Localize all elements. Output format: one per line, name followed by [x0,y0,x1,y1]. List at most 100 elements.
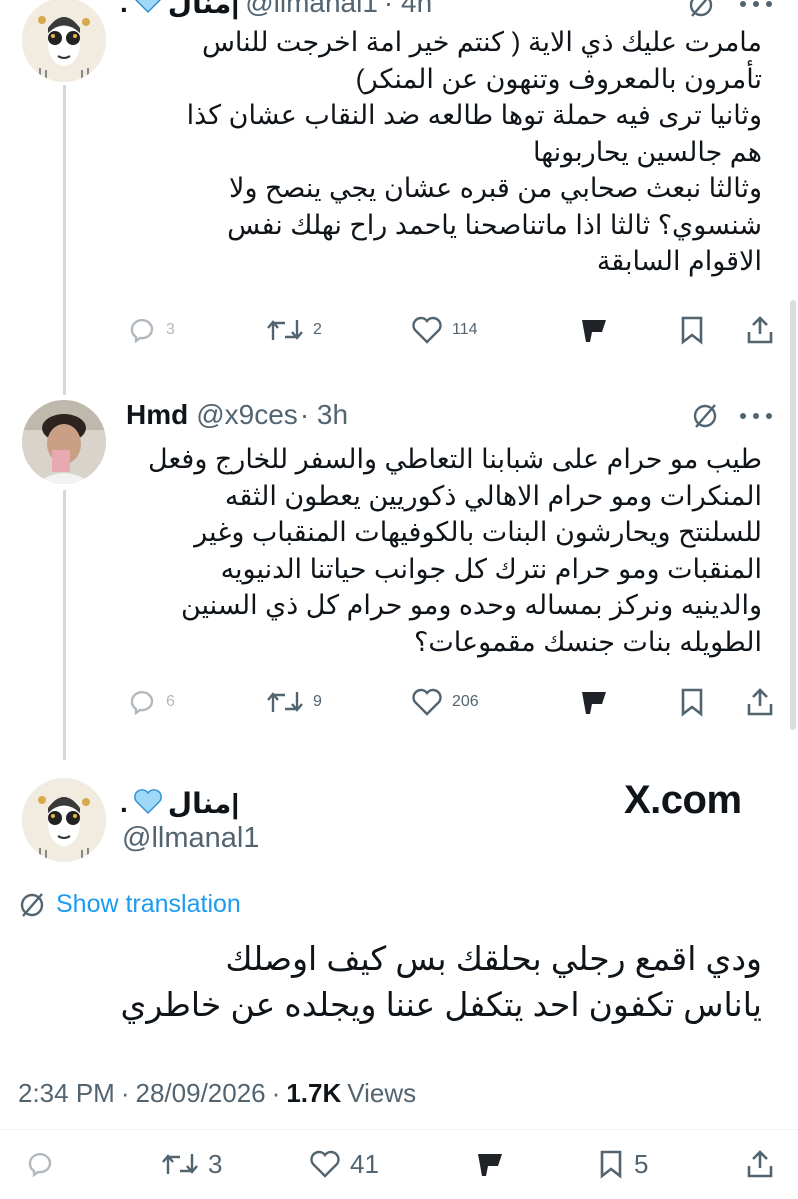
repost-count: 9 [313,693,322,710]
handle[interactable]: @llmanal1 [245,0,378,19]
like-icon [412,688,442,716]
display-name[interactable]: منال| [168,0,239,20]
like-icon [412,316,442,344]
repost-count: 3 [208,1148,223,1179]
bookmark-icon [681,316,703,345]
separator: · [271,1078,281,1108]
post-time[interactable]: 2:34 PM [18,1078,115,1109]
grok-analyze-button[interactable] [578,686,610,718]
like-count: 114 [452,321,478,338]
suffix: . [120,0,128,18]
more-icon[interactable] [734,404,778,428]
reply-count: 3 [166,321,175,338]
handle[interactable]: @x9ces [196,399,298,431]
grok-analyze-icon [478,1154,502,1176]
text-line: هم جالسين يحاربونها [533,136,762,167]
avatar[interactable] [22,400,106,484]
bookmark-button[interactable]: 5 [596,1148,648,1180]
reply-icon [130,318,154,344]
like-button[interactable]: 206 [410,686,479,718]
text-line: وثانيا ترى فيه حملة توها طالعه ضد النقاب… [186,100,762,130]
tweet-header: . منال| @llmanal1 · 4h [120,0,432,20]
text-line: مامرت عليك ذي الاية ( كنتم خير امة اخرجت… [201,27,762,57]
text-line: تأمرون بالمعروف وتنهون عن المنكر) [355,63,762,94]
grok-icon[interactable] [690,401,720,431]
repost-button[interactable]: 2 [265,314,322,346]
share-button[interactable] [744,1148,776,1180]
bookmark-button[interactable] [677,686,707,718]
like-button[interactable]: 41 [308,1148,379,1180]
blue-heart-icon [133,788,162,819]
tweet-text: طيب مو حرام على شبابنا التعاطي والسفر لل… [126,441,762,660]
author-name-row: . منال| [120,785,239,821]
display-name[interactable]: Hmd [126,399,188,431]
tweet-text: ودي اقمع رجلي بحلقك بس كيف اوصلك ياناس ت… [120,936,762,1028]
thread-connector [63,85,66,395]
tweet-meta: 2:34 PM · 28/09/2026 · 1.7K Views [18,1078,416,1109]
text-line: وثالثا نبعث صحابي من قبره عشان يجي ينصح … [229,173,762,203]
text-line: ودي اقمع رجلي بحلقك بس كيف اوصلك [225,940,762,977]
text-line: المنقبات ومو حرام نترك كل جوانب حياتنا ا… [220,553,762,584]
reply-button[interactable]: 6 [126,686,175,718]
grok-analyze-button[interactable] [578,314,610,346]
handle[interactable]: @llmanal1 [122,822,259,855]
reply-button[interactable] [24,1148,56,1180]
tweet-text: مامرت عليك ذي الاية ( كنتم خير امة اخرجت… [120,24,762,280]
share-icon [747,316,773,344]
blue-heart-icon [134,0,162,20]
bookmark-icon [681,688,703,717]
grok-analyze-icon [582,320,606,342]
timestamp[interactable]: · 3h [300,399,348,431]
text-line: شنسوي؟ ثالثا اذا ماتناصحنا ياحمد راح نهل… [227,209,762,240]
scrollbar[interactable] [790,300,796,730]
reply-icon [130,690,154,716]
views-count: 1.7K [286,1078,342,1108]
views-label: Views [347,1078,417,1108]
timestamp[interactable]: · 4h [384,0,432,19]
separator: · [120,1078,130,1108]
text-line: للسلنتح ويحارشون البنات بالكوفيهات المنق… [194,517,762,547]
text-line: الاقوام السابقة [596,246,762,276]
text-line: الطويله بنات جنسك مقموعات؟ [413,626,762,657]
suffix: . [120,787,128,818]
like-button[interactable]: 114 [410,314,478,346]
reply-count: 6 [166,693,175,710]
divider [0,1129,798,1130]
text-line: المنكرات ومو حرام الاهالي ذكوريين يعطون … [224,480,762,511]
text-line: ياناس تكفون احد يتكفل عننا ويجلده عن خاط… [120,986,762,1023]
repost-icon [267,320,303,340]
repost-button[interactable]: 9 [265,686,322,718]
tweet-header: Hmd @x9ces · 3h [126,397,348,433]
like-icon [310,1150,340,1178]
avatar[interactable] [22,0,106,82]
repost-button[interactable]: 3 [160,1148,222,1180]
grok-analyze-button[interactable] [474,1148,506,1180]
share-button[interactable] [744,686,776,718]
repost-icon [162,1154,198,1174]
show-translation-link[interactable]: Show translation [18,890,241,919]
translate-icon [20,892,44,917]
display-name[interactable]: منال| [168,787,239,820]
bookmark-icon [600,1150,622,1179]
repost-count: 2 [313,321,322,338]
reply-button[interactable]: 3 [126,314,175,346]
more-icon[interactable] [734,0,778,16]
grok-analyze-icon [582,692,606,714]
like-count: 41 [350,1148,379,1179]
thread-connector [63,490,66,760]
share-button[interactable] [744,314,776,346]
watermark: X.com [624,778,742,822]
repost-icon [267,692,303,712]
text-line: طيب مو حرام على شبابنا التعاطي والسفر لل… [147,444,762,474]
share-icon [747,1150,773,1178]
text-line: والدينيه ونركز بمساله وحده ومو حرام كل ذ… [180,590,762,620]
share-icon [747,688,773,716]
show-translation-label[interactable]: Show translation [56,890,241,919]
like-count: 206 [452,693,479,710]
reply-icon [28,1152,52,1178]
avatar[interactable] [22,778,106,862]
post-date[interactable]: 28/09/2026 [136,1078,266,1109]
bookmark-count: 5 [634,1148,649,1179]
bookmark-button[interactable] [677,314,707,346]
grok-icon[interactable] [686,0,716,20]
